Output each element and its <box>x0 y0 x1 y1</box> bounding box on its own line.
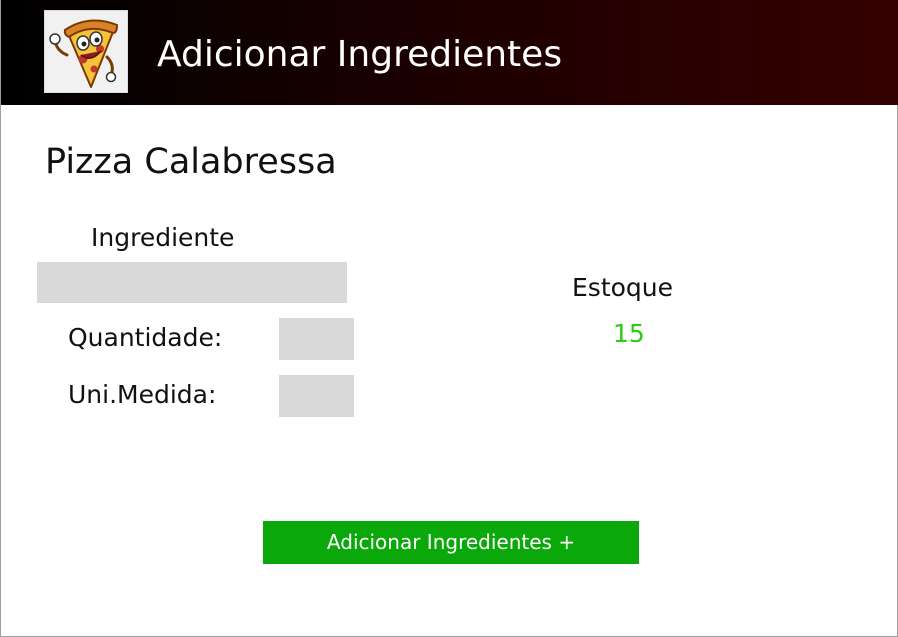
stock-value: 15 <box>613 319 645 348</box>
unit-measure-label: Uni.Medida: <box>68 380 217 409</box>
ingredient-input[interactable] <box>37 262 347 303</box>
header-bar: Adicionar Ingredientes <box>1 0 898 105</box>
ingredient-label: Ingrediente <box>91 223 235 252</box>
stock-label: Estoque <box>572 273 674 302</box>
quantity-label: Quantidade: <box>68 323 223 352</box>
app-window: Adicionar Ingredientes Pizza Calabressa … <box>0 0 898 637</box>
add-ingredients-button[interactable]: Adicionar Ingredientes + <box>263 521 639 564</box>
unit-measure-input[interactable] <box>279 375 354 417</box>
page-title: Adicionar Ingredientes <box>157 34 563 75</box>
quantity-input[interactable] <box>279 318 354 360</box>
pizza-mascot-icon <box>44 10 128 93</box>
pizza-name-heading: Pizza Calabressa <box>45 142 337 182</box>
